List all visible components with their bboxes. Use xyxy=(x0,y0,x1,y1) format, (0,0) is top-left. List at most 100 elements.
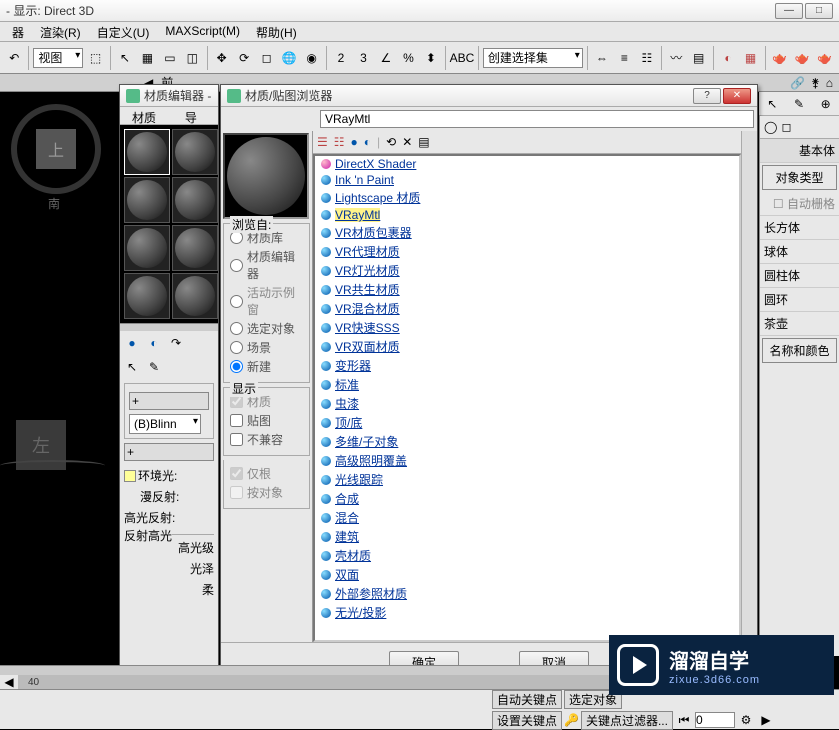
hscroll[interactable] xyxy=(120,323,218,331)
material-list-item[interactable]: 双面 xyxy=(315,565,739,584)
update-icon[interactable]: ⟲ xyxy=(386,135,396,149)
material-list-item[interactable]: VR双面材质 xyxy=(315,337,739,356)
play-icon[interactable]: ▶ xyxy=(757,712,775,728)
schematic-tool[interactable]: ▤ xyxy=(688,46,708,70)
view-list-icon[interactable]: ☰ xyxy=(317,135,328,149)
material-list-item[interactable]: VR代理材质 xyxy=(315,242,739,261)
eyedropper-icon[interactable]: ✎ xyxy=(145,358,163,376)
timeline-prev-icon[interactable]: ◀ xyxy=(0,675,18,689)
modify-tab-icon[interactable]: ✎ xyxy=(794,97,804,111)
mat-menu-material[interactable]: 材质(M) xyxy=(124,107,177,124)
material-list-item[interactable]: VR灯光材质 xyxy=(315,261,739,280)
snap3-tool[interactable]: 3 xyxy=(353,46,373,70)
get-material-icon[interactable]: ● xyxy=(123,334,141,352)
menu-render[interactable]: 渲染(R) xyxy=(32,22,89,41)
material-list-item[interactable]: 合成 xyxy=(315,489,739,508)
layer-tool[interactable]: ☷ xyxy=(637,46,657,70)
material-slot[interactable] xyxy=(172,177,218,223)
browser-close-button[interactable]: ✕ xyxy=(723,88,751,104)
material-list-item[interactable]: VRayMtl xyxy=(315,207,739,223)
move-tool[interactable]: ✥ xyxy=(211,46,231,70)
spinner-snap-tool[interactable]: ⬍ xyxy=(421,46,441,70)
primitive-button[interactable]: 圆环 xyxy=(760,288,839,312)
browser-help-button[interactable]: ? xyxy=(693,88,721,104)
browse-from-radio[interactable] xyxy=(230,341,243,354)
material-list-item[interactable]: DirectX Shader xyxy=(315,156,739,172)
mirror-tool[interactable]: ⇔ xyxy=(592,46,612,70)
browser-list[interactable]: DirectX ShaderInk 'n PaintLightscape 材质V… xyxy=(313,154,741,642)
select-tool[interactable]: ↖ xyxy=(115,46,135,70)
material-editor-tool[interactable]: ◐ xyxy=(718,46,738,70)
setkey-button[interactable]: 设置关键点 xyxy=(492,711,562,730)
material-list-item[interactable]: 建筑 xyxy=(315,527,739,546)
angle-snap-tool[interactable]: ∠ xyxy=(376,46,396,70)
shader-combo[interactable]: (B)Blinn xyxy=(129,414,201,434)
material-list-item[interactable]: 顶/底 xyxy=(315,413,739,432)
render-setup-tool[interactable]: ▦ xyxy=(740,46,760,70)
rotate-tool[interactable]: ⟳ xyxy=(234,46,254,70)
material-list-item[interactable]: 光线跟踪 xyxy=(315,470,739,489)
lock-icon[interactable] xyxy=(124,470,136,482)
browser-titlebar[interactable]: 材质/贴图浏览器 ? ✕ xyxy=(221,85,757,107)
material-list-item[interactable]: VR共生材质 xyxy=(315,280,739,299)
material-list-item[interactable]: 高级照明覆盖 xyxy=(315,451,739,470)
browse-from-radio[interactable] xyxy=(230,322,243,335)
goto-start-icon[interactable]: ⏮ xyxy=(675,712,693,728)
autokey-button[interactable]: 自动关键点 xyxy=(492,690,562,709)
put-material-icon[interactable]: ◐ xyxy=(145,334,163,352)
name-color-rollout[interactable]: 名称和颜色 xyxy=(762,338,837,363)
time-config-icon[interactable]: ⚙ xyxy=(737,712,755,728)
timeline[interactable]: 40 xyxy=(0,665,609,689)
view-combo[interactable]: 视图 xyxy=(33,48,83,68)
material-slot[interactable] xyxy=(124,225,170,271)
refsys-tool[interactable]: 🌐 xyxy=(279,46,299,70)
view-small-icon[interactable]: ● xyxy=(351,135,358,149)
viewcube-face[interactable]: 上 xyxy=(36,129,76,169)
material-list-item[interactable]: 变形器 xyxy=(315,356,739,375)
menu-item[interactable]: 器 xyxy=(4,22,32,41)
align-tool[interactable]: ≡ xyxy=(614,46,634,70)
material-list-item[interactable]: 外部参照材质 xyxy=(315,584,739,603)
material-slot[interactable] xyxy=(172,129,218,175)
show-check[interactable] xyxy=(230,433,243,446)
select-window-tool[interactable]: ◫ xyxy=(182,46,202,70)
delete-icon[interactable]: ✕ xyxy=(402,135,412,149)
object-type-rollout[interactable]: 对象类型 xyxy=(762,165,837,190)
browse-from-radio[interactable] xyxy=(230,360,243,373)
rollout-toggle[interactable]: + xyxy=(129,392,209,410)
percent-snap-tool[interactable]: % xyxy=(398,46,418,70)
material-list-item[interactable]: VR快速SSS xyxy=(315,318,739,337)
key-icon[interactable]: 🔑 xyxy=(564,713,579,727)
menu-help[interactable]: 帮助(H) xyxy=(248,22,305,41)
hierarchy-icon[interactable]: ⚵ xyxy=(811,76,820,90)
curve-editor-tool[interactable]: 〰 xyxy=(666,46,686,70)
browser-scrollbar[interactable] xyxy=(741,131,757,642)
material-list-item[interactable]: 壳材质 xyxy=(315,546,739,565)
view-list2-icon[interactable]: ☷ xyxy=(334,135,345,149)
material-list-item[interactable]: 混合 xyxy=(315,508,739,527)
menu-maxscript[interactable]: MAXScript(M) xyxy=(157,22,248,41)
viewcube[interactable]: 上 南 xyxy=(6,99,106,199)
geom-tab-icon[interactable]: ◯ xyxy=(764,120,777,134)
select-rect-tool[interactable]: ▭ xyxy=(160,46,180,70)
material-list-item[interactable]: 无光/投影 xyxy=(315,603,739,622)
material-slot[interactable] xyxy=(124,129,170,175)
browse-from-radio[interactable] xyxy=(230,295,243,308)
app-maximize-button[interactable]: □ xyxy=(805,3,833,19)
view-large-icon[interactable]: ◐ xyxy=(364,135,371,149)
assign-icon[interactable]: ↷ xyxy=(167,334,185,352)
material-list-item[interactable]: VR混合材质 xyxy=(315,299,739,318)
link-tool-icon[interactable]: 🔗 xyxy=(790,76,805,90)
tab-icon[interactable]: ⊕ xyxy=(821,97,831,111)
primitive-button[interactable]: 茶壶 xyxy=(760,312,839,336)
app-minimize-button[interactable]: — xyxy=(775,3,803,19)
material-list-item[interactable]: VR材质包裹器 xyxy=(315,223,739,242)
pick-icon[interactable]: ↖ xyxy=(123,358,141,376)
select-name-tool[interactable]: ▦ xyxy=(137,46,157,70)
keyfilter-button[interactable]: 关键点过滤器... xyxy=(581,711,673,730)
undo-button[interactable]: ↶ xyxy=(4,46,24,70)
material-slot[interactable] xyxy=(172,225,218,271)
render-tool[interactable]: 🫖 xyxy=(770,46,790,70)
primitive-button[interactable]: 圆柱体 xyxy=(760,264,839,288)
abc-tool[interactable]: ABC xyxy=(450,46,474,70)
